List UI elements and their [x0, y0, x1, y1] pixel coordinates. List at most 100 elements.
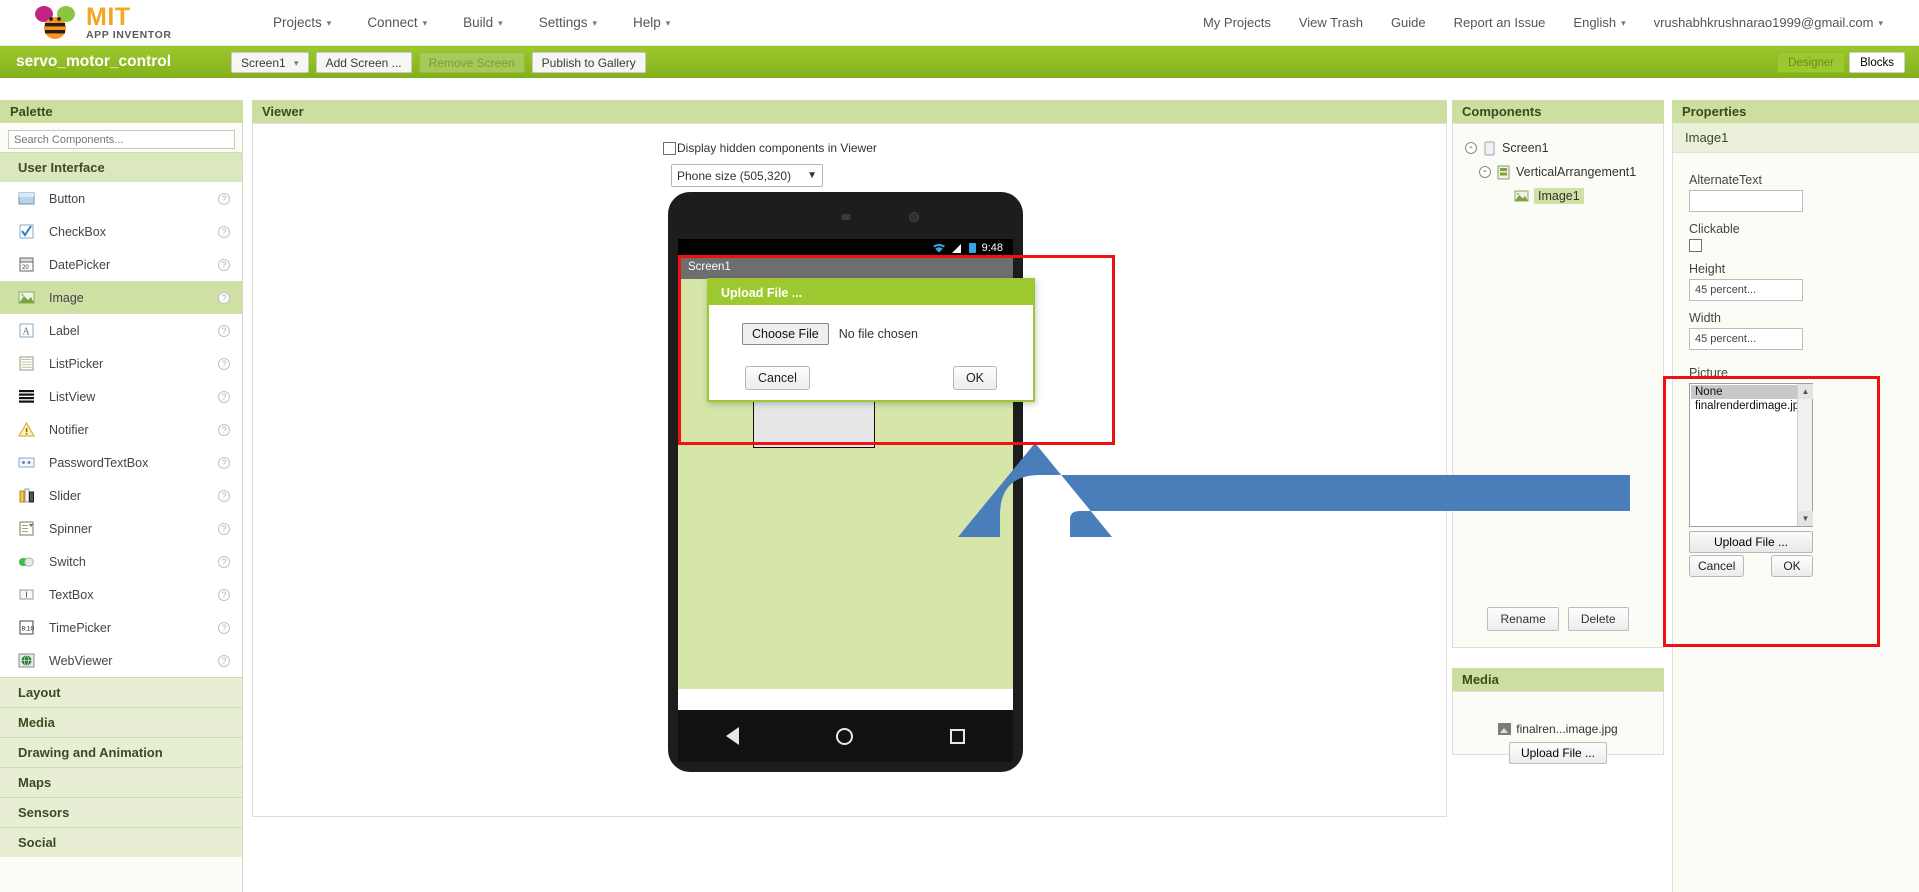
- media-title: Media: [1452, 668, 1664, 691]
- palette-content: User Interface Button? CheckBox? 20 DatePick…: [0, 152, 242, 857]
- menu-item-guide[interactable]: Guide: [1377, 9, 1440, 36]
- tab-designer[interactable]: Designer: [1777, 51, 1846, 73]
- palette-item-image[interactable]: Image?: [0, 281, 242, 314]
- components-panel: - Screen1- VerticalArrangement1 Image1 Rena…: [1452, 123, 1664, 648]
- display-hidden-components-checkbox[interactable]: [663, 141, 676, 155]
- help-icon[interactable]: ?: [218, 390, 230, 403]
- choose-file-button[interactable]: Choose File: [742, 323, 829, 345]
- menu-item-my-projects[interactable]: My Projects: [1189, 9, 1285, 36]
- rename-component-button[interactable]: Rename: [1487, 607, 1559, 631]
- palette-item-webviewer[interactable]: WebViewer?: [0, 644, 242, 677]
- help-icon[interactable]: ?: [218, 357, 230, 370]
- help-icon[interactable]: ?: [218, 324, 230, 337]
- collapse-toggle-icon[interactable]: -: [1465, 142, 1477, 154]
- tab-blocks[interactable]: Blocks: [1849, 51, 1905, 73]
- palette-item-label[interactable]: A Label?: [0, 314, 242, 347]
- menu-item-build[interactable]: Build ▾: [445, 9, 521, 36]
- component-tree-node-verticalarrangement1[interactable]: - VerticalArrangement1: [1461, 160, 1655, 184]
- screen-selector-button[interactable]: Screen1 ▾: [231, 51, 309, 73]
- remove-screen-button[interactable]: Remove Screen: [418, 51, 525, 73]
- add-screen-button[interactable]: Add Screen ...: [315, 51, 412, 73]
- picture-ok-button[interactable]: OK: [1771, 555, 1813, 577]
- palette-item-switch[interactable]: Switch?: [0, 545, 242, 578]
- picture-upload-file-button[interactable]: Upload File ...: [1689, 531, 1813, 553]
- palette-category-social[interactable]: Social: [0, 827, 242, 857]
- palette-category-sensors[interactable]: Sensors: [0, 797, 242, 827]
- help-icon[interactable]: ?: [218, 654, 230, 667]
- palette-item-label: TimePicker: [49, 620, 112, 635]
- palette-category-layout[interactable]: Layout: [0, 677, 242, 707]
- palette-category-drawing-and-animation[interactable]: Drawing and Animation: [0, 737, 242, 767]
- picture-list-scrollbar[interactable]: ▲ ▼: [1797, 384, 1813, 526]
- menu-item-connect[interactable]: Connect ▾: [349, 9, 445, 36]
- help-icon[interactable]: ?: [218, 291, 230, 304]
- nav-back-icon[interactable]: [726, 727, 740, 745]
- width-input[interactable]: [1689, 328, 1803, 350]
- palette-item-listpicker[interactable]: ListPicker?: [0, 347, 242, 380]
- mit-app-inventor-logo[interactable]: MIT APP INVENTOR: [30, 4, 215, 42]
- palette-item-notifier[interactable]: Notifier?: [0, 413, 242, 446]
- palette-category-maps[interactable]: Maps: [0, 767, 242, 797]
- menu-item-vrushabhkrushnarao1999-gmail-com[interactable]: vrushabhkrushnarao1999@gmail.com ▾: [1640, 9, 1897, 36]
- palette-item-passwordtextbox[interactable]: PasswordTextBox?: [0, 446, 242, 479]
- chevron-down-icon: ▾: [1621, 18, 1626, 28]
- delete-component-button[interactable]: Delete: [1567, 607, 1629, 631]
- palette-item-button[interactable]: Button?: [0, 182, 242, 215]
- image-component-preview[interactable]: [753, 394, 875, 448]
- menu-item-help[interactable]: Help ▾: [615, 9, 688, 36]
- help-icon[interactable]: ?: [218, 423, 230, 436]
- picture-listbox[interactable]: None finalrenderdimage.jpg ▲ ▼: [1689, 383, 1813, 527]
- component-actions: Rename Delete: [1453, 607, 1663, 631]
- picture-option[interactable]: finalrenderdimage.jpg: [1691, 399, 1812, 413]
- help-icon[interactable]: ?: [218, 522, 230, 535]
- alternate-text-input[interactable]: [1689, 190, 1803, 212]
- upload-cancel-button[interactable]: Cancel: [745, 366, 810, 390]
- menu-item-projects[interactable]: Projects ▾: [255, 9, 349, 36]
- help-icon[interactable]: ?: [218, 192, 230, 205]
- help-icon[interactable]: ?: [218, 621, 230, 634]
- help-icon[interactable]: ?: [218, 489, 230, 502]
- scroll-down-icon[interactable]: ▼: [1798, 511, 1813, 526]
- menu-item-english[interactable]: English ▾: [1559, 9, 1639, 36]
- palette-item-listview[interactable]: ListView?: [0, 380, 242, 413]
- component-tree-node-screen1[interactable]: - Screen1: [1461, 136, 1655, 160]
- palette-item-datepicker[interactable]: 20 DatePicker?: [0, 248, 242, 281]
- help-icon[interactable]: ?: [218, 225, 230, 238]
- media-file-name: finalren...image.jpg: [1516, 722, 1618, 736]
- picture-cancel-button[interactable]: Cancel: [1689, 555, 1745, 577]
- palette-item-timepicker[interactable]: 8:10 TimePicker?: [0, 611, 242, 644]
- palette-item-checkbox[interactable]: CheckBox?: [0, 215, 242, 248]
- screen-title-bar: Screen1: [678, 257, 1013, 279]
- upload-ok-button[interactable]: OK: [952, 366, 997, 390]
- media-file-item[interactable]: finalren...image.jpg: [1453, 722, 1663, 736]
- publish-to-gallery-button[interactable]: Publish to Gallery: [531, 51, 646, 73]
- palette-item-textbox[interactable]: TextBox?: [0, 578, 242, 611]
- component-tree-node-image1[interactable]: Image1: [1461, 184, 1655, 208]
- chevron-down-icon: ▼: [807, 170, 817, 181]
- help-icon[interactable]: ?: [218, 555, 230, 568]
- scroll-up-icon[interactable]: ▲: [1798, 384, 1813, 399]
- palette-category-media[interactable]: Media: [0, 707, 242, 737]
- nav-recents-icon[interactable]: [949, 728, 965, 744]
- upload-file-dialog: Upload File ... Choose File No file chos…: [707, 278, 1035, 402]
- phone-size-selector[interactable]: Phone size (505,320) ▼: [671, 164, 823, 187]
- search-components-input[interactable]: [8, 130, 235, 149]
- palette-item-spinner[interactable]: Spinner?: [0, 512, 242, 545]
- menu-item-report-an-issue[interactable]: Report an Issue: [1440, 9, 1560, 36]
- media-upload-file-button[interactable]: Upload File ...: [1508, 742, 1608, 764]
- clickable-checkbox[interactable]: [1689, 239, 1702, 252]
- collapse-toggle-icon[interactable]: -: [1479, 166, 1491, 178]
- palette-category-user-interface[interactable]: User Interface: [0, 152, 242, 182]
- menu-item-view-trash[interactable]: View Trash: [1285, 9, 1377, 36]
- nav-home-icon[interactable]: [835, 727, 853, 745]
- palette-item-slider[interactable]: Slider?: [0, 479, 242, 512]
- height-input[interactable]: [1689, 279, 1803, 301]
- display-hidden-components-row[interactable]: Display hidden components in Viewer: [663, 141, 877, 155]
- menu-item-label: View Trash: [1298, 15, 1363, 30]
- help-icon[interactable]: ?: [218, 588, 230, 601]
- picture-option[interactable]: None: [1691, 385, 1812, 399]
- picture-dialog-buttons: Cancel OK: [1689, 555, 1813, 577]
- help-icon[interactable]: ?: [218, 456, 230, 469]
- menu-item-settings[interactable]: Settings ▾: [521, 9, 615, 36]
- help-icon[interactable]: ?: [218, 258, 230, 271]
